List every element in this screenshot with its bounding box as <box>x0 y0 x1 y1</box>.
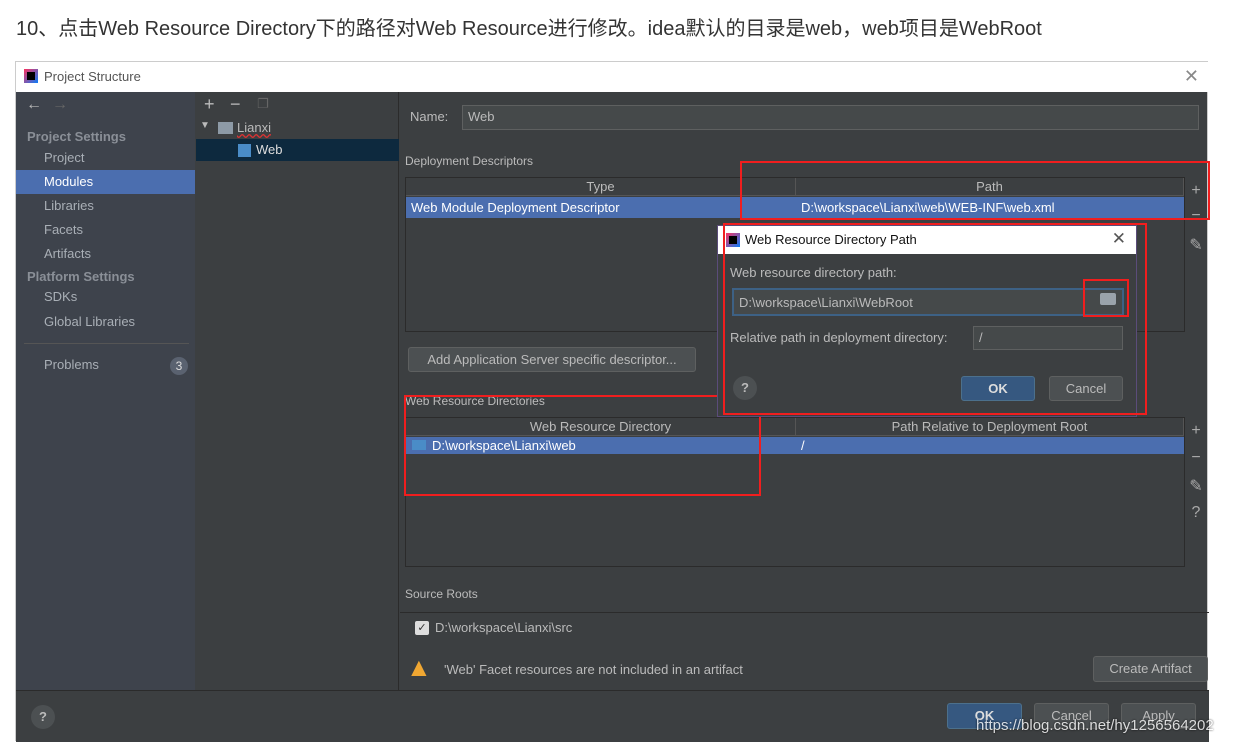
expand-arrow-icon[interactable]: ▼ <box>200 120 210 131</box>
cell-type: Web Module Deployment Descriptor <box>411 200 620 215</box>
name-input[interactable]: Web <box>462 105 1199 130</box>
sidebar-item-project[interactable]: Project <box>16 146 195 170</box>
sidebar-item-sdks[interactable]: SDKs <box>16 285 195 309</box>
tree-item-web[interactable]: Web <box>196 139 399 161</box>
sidebar-item-artifacts[interactable]: Artifacts <box>16 242 195 266</box>
caption: 10、点击Web Resource Directory下的路径对Web Reso… <box>16 18 1042 40</box>
source-root-path: D:\workspace\Lianxi\src <box>435 620 573 635</box>
sidebar-item-facets[interactable]: Facets <box>16 218 195 242</box>
source-root-checkbox[interactable]: ✓ <box>415 621 429 635</box>
add-icon[interactable]: + <box>204 94 215 115</box>
intellij-logo-icon <box>24 69 38 83</box>
title-bar: Project Structure ✕ <box>16 62 1209 92</box>
remove-icon[interactable]: − <box>230 94 241 115</box>
warning-message: 'Web' Facet resources are not included i… <box>444 662 743 677</box>
cell-relative-path: / <box>801 438 805 453</box>
edit-descriptor-icon[interactable]: ✎ <box>1186 235 1206 255</box>
forward-icon[interactable]: → <box>52 96 68 114</box>
help-button[interactable]: ? <box>31 705 55 729</box>
name-label: Name: <box>410 109 449 124</box>
sidebar-item-global-libraries[interactable]: Global Libraries <box>16 310 195 334</box>
edit-directory-icon[interactable]: ✎ <box>1186 476 1206 496</box>
divider <box>400 612 1209 613</box>
sidebar-item-modules[interactable]: Modules <box>16 170 195 194</box>
section-project-settings: Project Settings <box>27 129 126 144</box>
sidebar-item-libraries[interactable]: Libraries <box>16 194 195 218</box>
section-platform-settings: Platform Settings <box>27 269 135 284</box>
annotation-box <box>1083 279 1129 317</box>
column-header-type[interactable]: Type <box>406 178 796 196</box>
remove-directory-icon[interactable]: − <box>1186 449 1206 467</box>
column-header-relative-path[interactable]: Path Relative to Deployment Root <box>796 418 1184 436</box>
annotation-box <box>723 223 1147 415</box>
sidebar: ← → Project Settings Project Modules Lib… <box>16 92 195 690</box>
close-icon[interactable]: ✕ <box>1184 66 1199 87</box>
tree-label: Web <box>256 142 283 157</box>
window-title: Project Structure <box>44 69 141 84</box>
sidebar-item-problems[interactable]: Problems <box>16 353 195 377</box>
web-facet-icon <box>238 144 251 157</box>
section-deployment-descriptors: Deployment Descriptors <box>405 154 534 168</box>
warning-icon: ▲ <box>406 652 432 682</box>
copy-icon[interactable]: ❐ <box>257 96 269 112</box>
create-artifact-button[interactable]: Create Artifact <box>1093 656 1208 682</box>
folder-module-icon <box>218 122 233 134</box>
back-icon[interactable]: ← <box>26 96 42 114</box>
tree-label: Lianxi <box>237 120 271 135</box>
tree-item-lianxi[interactable]: ▼ Lianxi <box>196 118 399 139</box>
add-server-descriptor-button[interactable]: Add Application Server specific descript… <box>408 347 696 372</box>
annotation-box <box>740 161 1210 220</box>
module-tree: + − ❐ ▼ Lianxi Web <box>196 92 399 690</box>
annotation-box <box>404 395 761 496</box>
divider <box>24 343 189 344</box>
dialog-footer: ? OK Cancel Apply https://blog.csdn.net/… <box>16 690 1214 742</box>
section-source-roots: Source Roots <box>405 587 478 601</box>
watermark: https://blog.csdn.net/hy1256564202 <box>976 717 1214 734</box>
help-icon[interactable]: ? <box>1186 504 1206 522</box>
problems-count-badge: 3 <box>170 357 188 375</box>
add-directory-icon[interactable]: + <box>1186 422 1206 440</box>
